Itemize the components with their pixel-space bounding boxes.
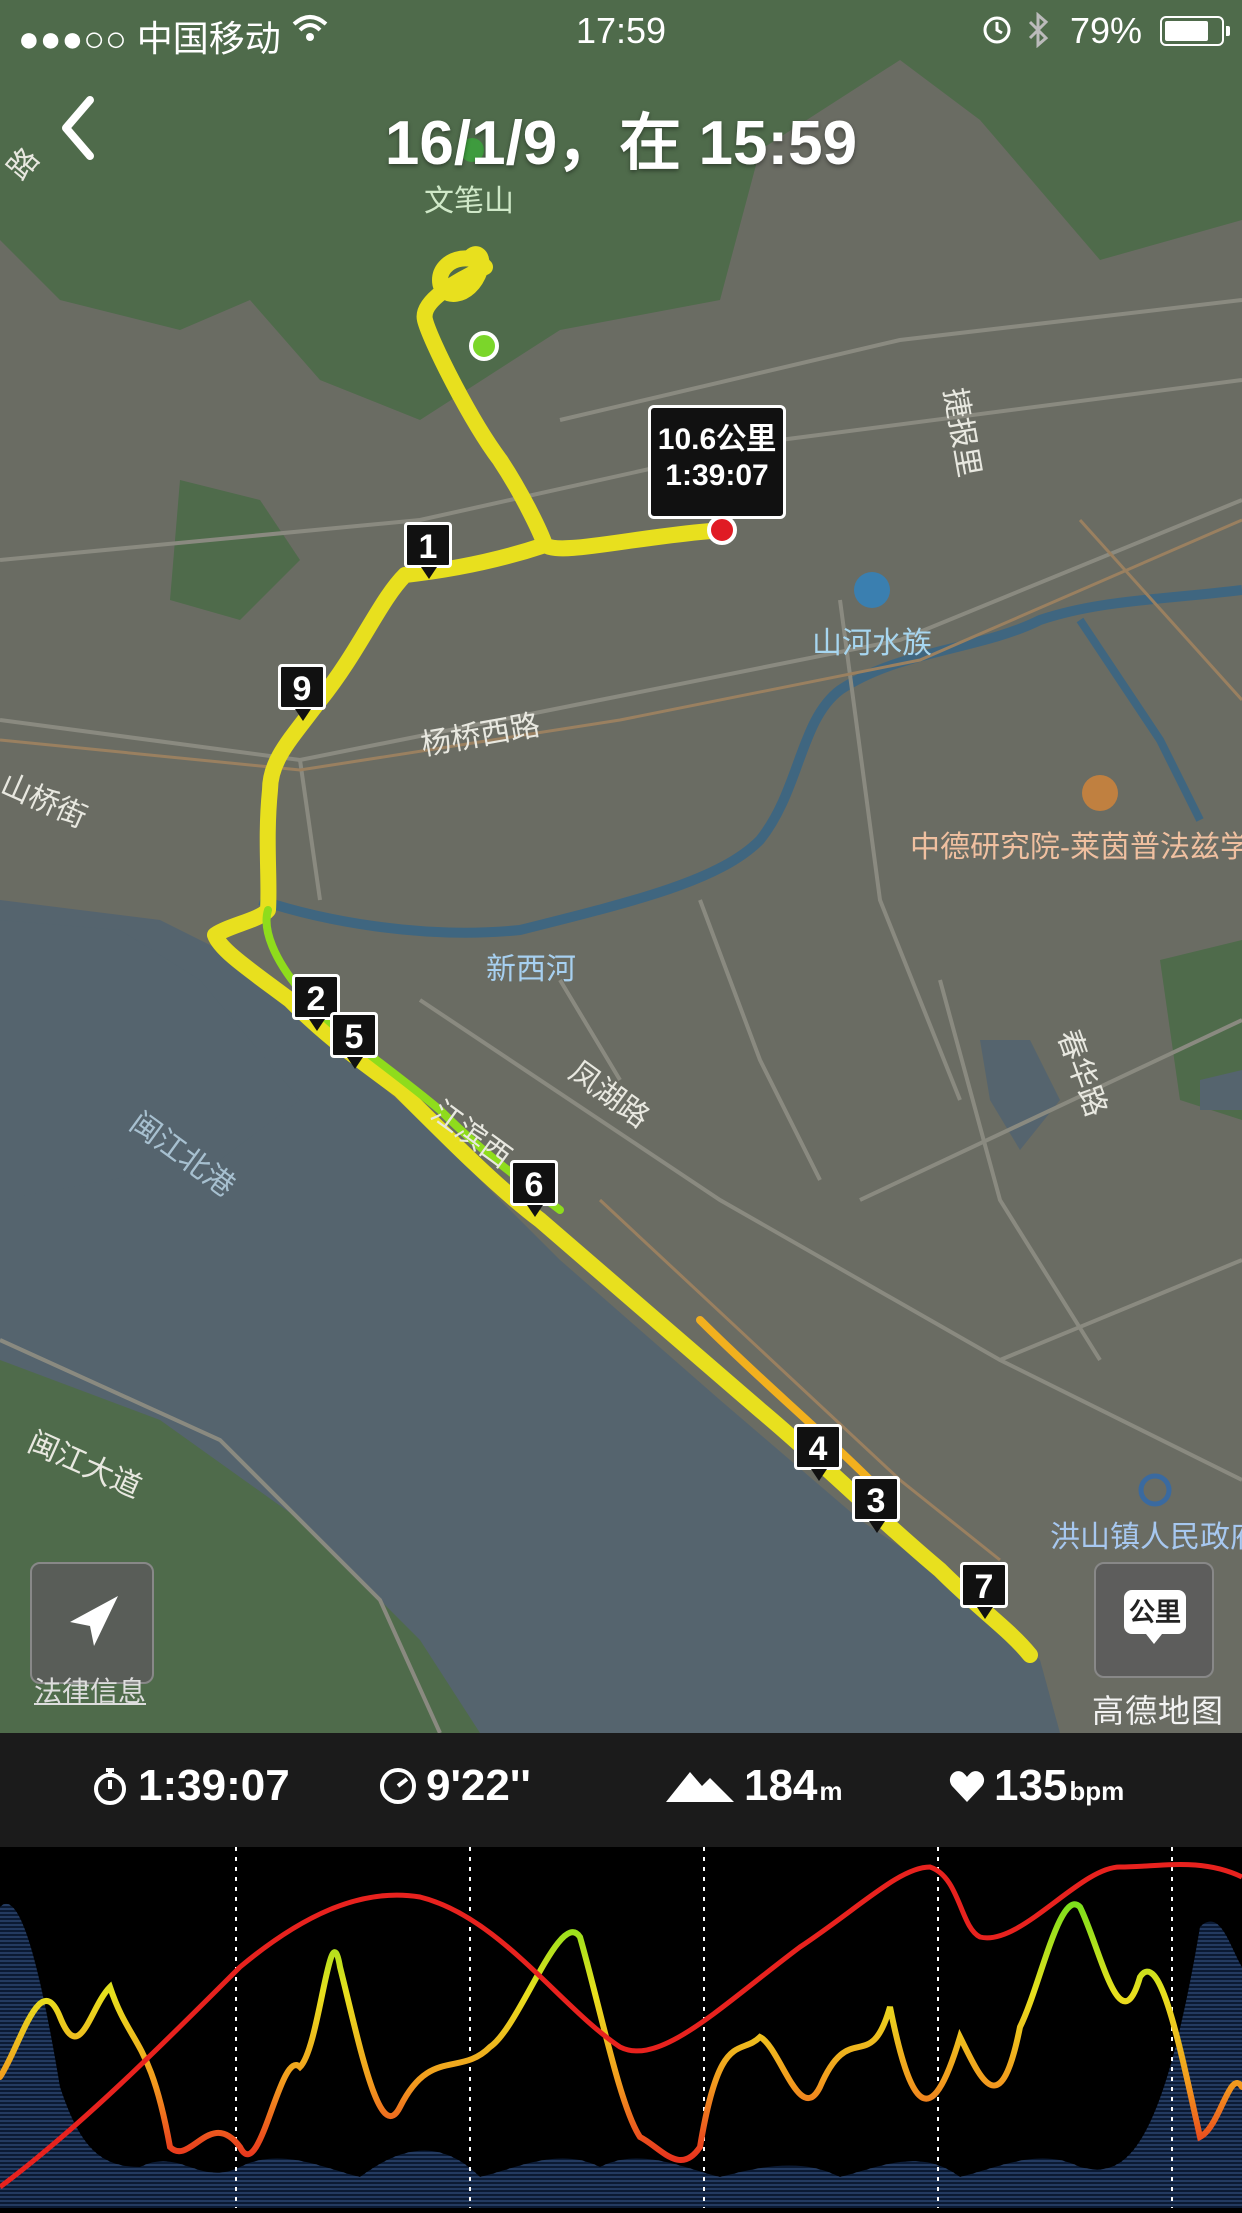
km-gridlines: [235, 1847, 1173, 2208]
battery-fill: [1165, 21, 1208, 41]
status-bar: ●●●○○ 中国移动 17:59 79%: [0, 0, 1242, 62]
km-marker-7[interactable]: 7: [960, 1562, 1008, 1619]
bluetooth-icon: [1028, 12, 1049, 48]
end-callout[interactable]: 10.6公里 1:39:07: [648, 405, 786, 519]
km-marker-5[interactable]: 5: [330, 1012, 378, 1069]
battery-nub: [1226, 26, 1230, 36]
stopwatch-icon: [94, 1768, 126, 1805]
map-label-wenbishan: 文笔山: [424, 185, 514, 218]
heart-rate-line: [0, 1862, 1242, 2189]
unit-toggle-label: 公里: [1124, 1590, 1186, 1644]
unit-toggle-button[interactable]: 公里: [1094, 1562, 1214, 1678]
callout-distance: 10.6公里: [657, 423, 777, 456]
pace-value: 9'22'': [426, 1761, 531, 1810]
poi-school-icon: [1082, 775, 1118, 811]
route-map[interactable]: 文笔山 山河水族 杨桥西路 中德研究院-莱茵普法兹学 新西河 凤湖路 江滨西 闽…: [0, 0, 1242, 1733]
alarm-icon: [983, 16, 1011, 44]
activity-graph-canvas: [0, 1847, 1242, 2208]
location-arrow-icon: [70, 1596, 118, 1646]
battery-icon: [1160, 16, 1230, 46]
stat-elevation[interactable]: 184 m: [664, 1761, 843, 1811]
mountain-icon: [666, 1772, 734, 1802]
battery-percent: 79%: [1069, 10, 1142, 51]
map-label-xinxihe: 新西河: [486, 953, 576, 986]
elevation-unit: m: [819, 1776, 843, 1806]
km-marker-1[interactable]: 1: [404, 522, 452, 579]
poi-government-icon: [1138, 1473, 1172, 1507]
duration-value: 1:39:07: [138, 1761, 290, 1810]
km-marker-9[interactable]: 9: [278, 664, 326, 721]
stats-bar: 1:39:07 9'22'' 184 m 135 bpm: [0, 1733, 1242, 1847]
stat-duration[interactable]: 1:39:07: [90, 1761, 290, 1811]
elevation-value: 184: [744, 1761, 818, 1810]
clock: 17:59: [575, 10, 667, 51]
page-title: 16/1/9，在 15:59: [384, 109, 858, 178]
stat-pace[interactable]: 9'22'': [378, 1761, 531, 1811]
heart-rate-value: 135: [994, 1761, 1068, 1810]
activity-graph[interactable]: [0, 1847, 1242, 2208]
map-label-zhongde: 中德研究院-莱茵普法兹学: [910, 831, 1242, 864]
km-marker-6[interactable]: 6: [510, 1160, 558, 1217]
locate-button[interactable]: [30, 1562, 154, 1684]
map-label-shanhe: 山河水族: [812, 627, 932, 660]
start-point: [469, 331, 499, 361]
heart-icon: [949, 1771, 985, 1802]
pace-line: [0, 1901, 1242, 2163]
stat-heart-rate[interactable]: 135 bpm: [948, 1761, 1124, 1811]
km-marker-4[interactable]: 4: [794, 1424, 842, 1481]
callout-duration: 1:39:07: [665, 459, 769, 492]
map-label-hongshan: 洪山镇人民政府: [1050, 1521, 1242, 1554]
pace-gauge-icon: [380, 1768, 416, 1804]
provider-logo: 高德地图: [1092, 1693, 1225, 1729]
heart-rate-unit: bpm: [1069, 1776, 1125, 1806]
poi-aquarium-icon: [854, 572, 890, 608]
end-point: [707, 515, 737, 545]
elevation-area: [0, 1903, 1242, 2208]
map-canvas: [0, 0, 1242, 1733]
km-marker-3[interactable]: 3: [852, 1476, 900, 1533]
legal-link[interactable]: 法律信息: [34, 1670, 146, 1710]
